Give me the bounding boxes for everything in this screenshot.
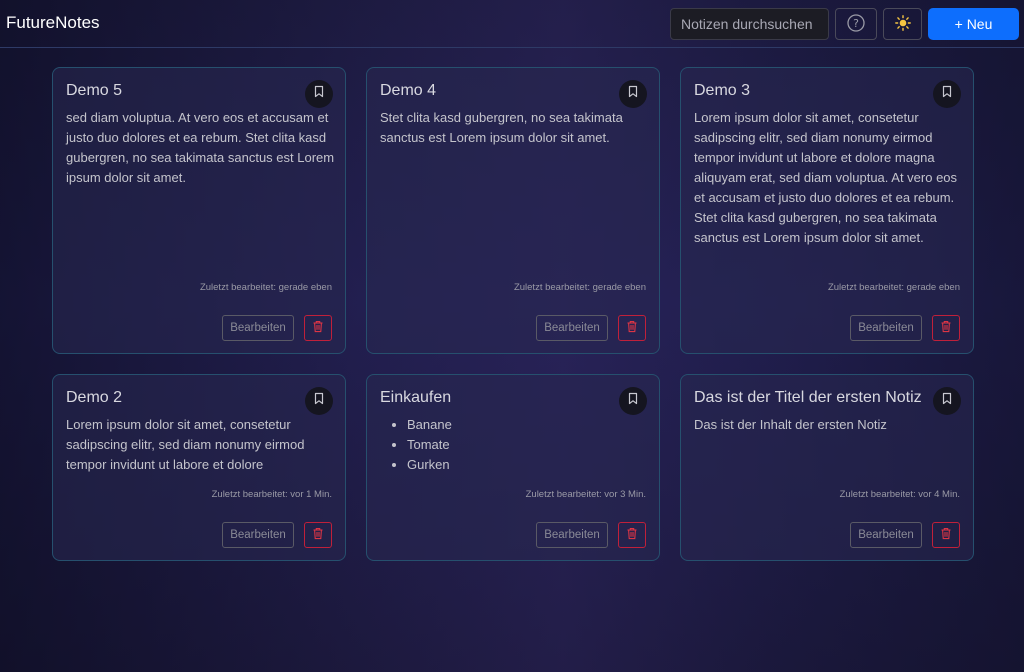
bookmark-icon (627, 392, 639, 410)
bookmark-icon (627, 85, 639, 103)
edit-button[interactable]: Bearbeiten (222, 315, 294, 341)
bookmark-icon (941, 392, 953, 410)
note-title: Das ist der Titel der ersten Notiz (694, 389, 922, 406)
delete-button[interactable] (932, 315, 960, 341)
trash-icon (940, 320, 952, 336)
delete-button[interactable] (304, 522, 332, 548)
note-title: Demo 3 (694, 82, 751, 99)
last-edited-label: Zuletzt bearbeitet: vor 1 Min. (211, 489, 332, 500)
edit-button[interactable]: Bearbeiten (850, 522, 922, 548)
list-item: Banane (407, 415, 650, 435)
question-circle-icon: ? (847, 13, 865, 35)
bookmark-button[interactable] (619, 80, 647, 108)
sun-icon (894, 14, 911, 34)
delete-button[interactable] (618, 315, 646, 341)
theme-toggle-button[interactable] (883, 8, 922, 40)
bookmark-button[interactable] (305, 387, 333, 415)
note-content: Lorem ipsum dolor sit amet, consetetur s… (66, 417, 305, 472)
last-edited-label: Zuletzt bearbeitet: gerade eben (513, 282, 646, 293)
trash-icon (312, 527, 324, 543)
trash-icon (940, 527, 952, 543)
note-content: Stet clita kasd gubergren, no sea takima… (380, 110, 623, 145)
bookmark-button[interactable] (305, 80, 333, 108)
note-title: Demo 4 (380, 82, 437, 99)
bookmark-icon (313, 392, 325, 410)
bookmark-icon (941, 85, 953, 103)
help-button[interactable]: ? (835, 8, 877, 40)
note-content: sed diam voluptua. At vero eos et accusa… (66, 110, 335, 185)
note-card: Demo 4 Stet clita kasd gubergren, no sea… (366, 67, 660, 354)
note-content: Banane Tomate Gurken (380, 415, 650, 475)
top-navbar: FutureNotes ? + Neu (0, 0, 1024, 48)
note-title: Demo 5 (66, 82, 123, 99)
app-brand[interactable]: FutureNotes (6, 13, 100, 33)
last-edited-label: Zuletzt bearbeitet: gerade eben (199, 282, 332, 293)
note-card: Das ist der Titel der ersten Notiz Das i… (680, 374, 974, 561)
edit-button[interactable]: Bearbeiten (536, 315, 608, 341)
edit-button[interactable]: Bearbeiten (536, 522, 608, 548)
bookmark-icon (313, 85, 325, 103)
bookmark-button[interactable] (933, 387, 961, 415)
new-note-button[interactable]: + Neu (928, 8, 1019, 40)
edit-button[interactable]: Bearbeiten (222, 522, 294, 548)
shopping-list: Banane Tomate Gurken (407, 415, 650, 475)
note-title: Demo 2 (66, 389, 123, 406)
note-card: Demo 3 Lorem ipsum dolor sit amet, conse… (680, 67, 974, 354)
bookmark-button[interactable] (933, 80, 961, 108)
bookmark-button[interactable] (619, 387, 647, 415)
note-content: Lorem ipsum dolor sit amet, consetetur s… (694, 110, 958, 245)
note-content: Das ist der Inhalt der ersten Notiz (694, 417, 887, 432)
delete-button[interactable] (932, 522, 960, 548)
svg-text:?: ? (853, 17, 859, 30)
last-edited-label: Zuletzt bearbeitet: vor 4 Min. (839, 489, 960, 500)
note-card: Einkaufen Banane Tomate Gurken Zuletzt b… (366, 374, 660, 561)
list-item: Gurken (407, 455, 650, 475)
last-edited-label: Zuletzt bearbeitet: vor 3 Min. (525, 489, 646, 500)
note-card: Demo 2 Lorem ipsum dolor sit amet, conse… (52, 374, 346, 561)
trash-icon (626, 527, 638, 543)
delete-button[interactable] (304, 315, 332, 341)
note-card: Demo 5 sed diam voluptua. At vero eos et… (52, 67, 346, 354)
search-input[interactable] (670, 8, 829, 40)
note-title: Einkaufen (380, 389, 452, 406)
delete-button[interactable] (618, 522, 646, 548)
trash-icon (626, 320, 638, 336)
trash-icon (312, 320, 324, 336)
list-item: Tomate (407, 435, 650, 455)
last-edited-label: Zuletzt bearbeitet: gerade eben (827, 282, 960, 293)
edit-button[interactable]: Bearbeiten (850, 315, 922, 341)
